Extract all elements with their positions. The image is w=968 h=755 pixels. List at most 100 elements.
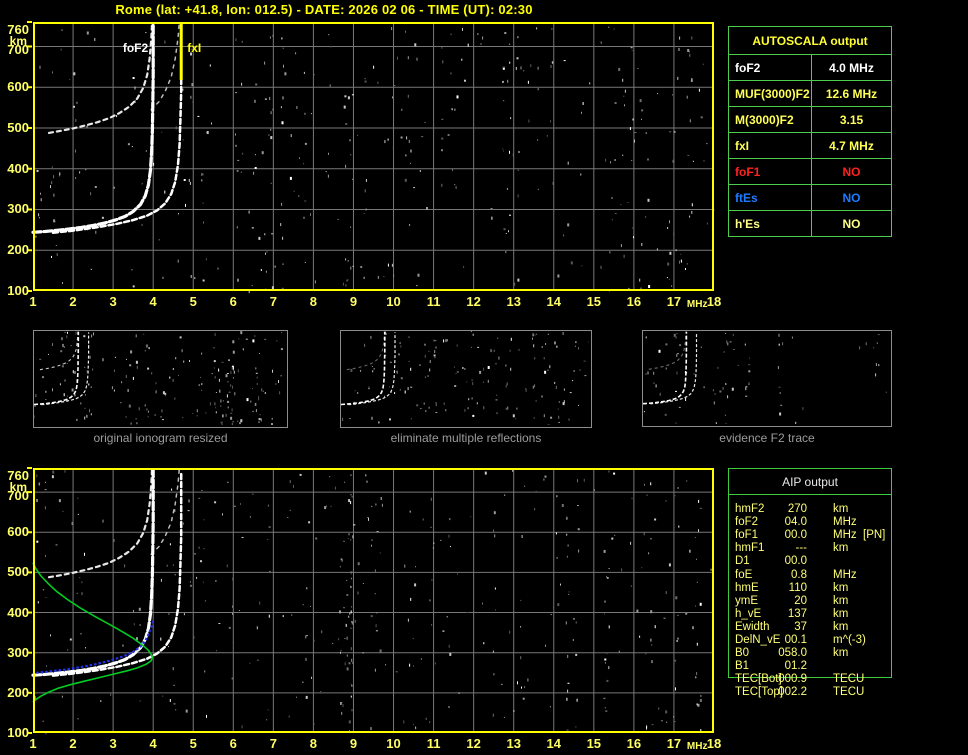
- autoscala-row: h'Es NO: [729, 210, 891, 236]
- autoscala-row-value: 3.15: [839, 112, 864, 127]
- thumbnail-canvas: [642, 331, 887, 425]
- aip-table-title: AIP output: [729, 469, 891, 495]
- thumbnail-canvas: [340, 331, 590, 426]
- x-axis-label: 11: [426, 736, 441, 751]
- thumbnail-caption: evidence F2 trace: [719, 431, 815, 445]
- autoscala-table-title: AUTOSCALA output: [752, 33, 868, 48]
- aip-row-value: 01.2: [784, 660, 807, 673]
- autoscala-row: foF1 NO: [729, 158, 891, 184]
- ionogram-canvas: [27, 467, 714, 735]
- x-axis-label: 6: [229, 736, 237, 751]
- x-axis-label: 1: [29, 294, 37, 309]
- aip-row-label: foF2: [735, 516, 759, 529]
- aip-row: foE 0.8 MHz: [729, 569, 893, 582]
- autoscala-row-value: 4.7 MHz: [829, 138, 874, 153]
- aip-row: Ewidth 37 km: [729, 621, 893, 634]
- aip-row-unit: TECU: [833, 686, 865, 699]
- x-axis-label: 8: [309, 294, 318, 309]
- thumbnail-evidence-f2-trace: [642, 330, 892, 427]
- autoscala-row-value: NO: [842, 164, 861, 179]
- x-axis-label: 16: [626, 294, 642, 309]
- x-axis-label: 13: [506, 294, 521, 309]
- autoscala-row-label: foF2: [729, 55, 812, 80]
- autoscala-row-label: fxI: [729, 133, 812, 158]
- foF2-marker-label: foF2: [123, 41, 149, 55]
- y-axis-label: 300: [7, 644, 29, 660]
- x-axis-label: 13: [506, 736, 521, 751]
- thumbnail-original-ionogram: [33, 330, 288, 428]
- aip-output-table: AIP output hmF2 270 km foF2 04.0 MHz foF1 00.0 M…: [728, 468, 893, 698]
- autoscala-row-label: foF1: [729, 159, 812, 184]
- fxI-marker-label: fxI: [187, 41, 201, 55]
- aip-row-label: hmE: [735, 581, 759, 594]
- aip-row-unit: km: [833, 503, 849, 515]
- autoscala-row-value: 4.0 MHz: [829, 60, 874, 75]
- x-axis-label: 3: [109, 736, 117, 751]
- thumbnail-caption: original ionogram resized: [93, 431, 228, 445]
- x-axis-label: 10: [386, 294, 401, 309]
- y-axis-label: 500: [7, 564, 29, 580]
- aip-row-value: 000.9: [778, 673, 807, 686]
- x-axis-label: 5: [189, 294, 197, 309]
- autoscala-app-window: Rome (lat: +41.8, lon: 012.5) - DATE: 20…: [0, 0, 968, 755]
- x-axis-label: 4: [149, 736, 157, 751]
- x-axis-label: 7: [269, 294, 277, 309]
- y-axis-label: 200: [7, 242, 29, 258]
- x-axis-label: 14: [546, 294, 561, 309]
- y-axis-unit-label: km: [9, 34, 27, 48]
- aip-row-value: 270: [787, 503, 807, 515]
- y-axis-label: 400: [7, 160, 29, 176]
- aip-row: DelN_vE 00.1 m^(-3): [729, 634, 893, 647]
- autoscala-row: M(3000)F2 3.15: [729, 106, 891, 132]
- aip-row: D1 00.0: [729, 555, 893, 568]
- x-axis-unit-label: MHz: [686, 299, 708, 310]
- aip-row: hmE 110 km: [729, 582, 893, 595]
- autoscala-row-label: ftEs: [729, 185, 812, 210]
- aip-row-unit: km: [833, 647, 849, 660]
- y-axis-unit-label: km: [9, 480, 27, 494]
- aip-row: hmF2 270 km: [729, 503, 893, 516]
- x-axis-label: 15: [586, 736, 602, 751]
- aip-row-unit: km: [833, 620, 849, 633]
- aip-row: h_vE 137 km: [729, 608, 893, 621]
- aip-row-value: 00.0: [784, 555, 807, 568]
- aip-row-label: h_vE: [735, 607, 762, 620]
- top-ionogram-plot: foF2 fxI: [27, 21, 715, 294]
- x-axis-unit-label: MHz: [686, 741, 708, 752]
- ionogram-canvas: foF2 fxI: [27, 21, 715, 294]
- x-axis-label: 11: [426, 294, 441, 309]
- x-axis-label: 12: [466, 736, 481, 751]
- autoscala-row: ftEs NO: [729, 184, 891, 210]
- aip-row-value: ---: [795, 542, 808, 555]
- aip-row: foF1 00.0 MHz [PN]: [729, 529, 893, 542]
- aip-row-label: ymE: [735, 594, 758, 607]
- x-axis-label: 10: [386, 736, 401, 751]
- x-axis-label: 5: [189, 736, 197, 751]
- aip-row-value: 110: [788, 581, 807, 594]
- aip-row-unit: km: [833, 607, 849, 620]
- autoscala-row-value: NO: [842, 216, 861, 231]
- aip-row: TEC[Bot] 000.9 TECU: [729, 673, 893, 686]
- autoscala-row-label: MUF(3000)F2: [729, 81, 812, 106]
- x-axis-label: 15: [586, 294, 602, 309]
- autoscala-row-label: M(3000)F2: [729, 107, 812, 132]
- aip-row-value: 20: [794, 594, 807, 607]
- thumbnail-eliminate-reflections: [340, 330, 592, 428]
- aip-row-unit: km: [833, 542, 849, 555]
- y-axis-label: 600: [7, 524, 29, 540]
- aip-row-label: hmF1: [735, 542, 765, 555]
- autoscala-row: MUF(3000)F2 12.6 MHz: [729, 80, 891, 106]
- aip-row: B1 01.2: [729, 660, 893, 673]
- thumbnail-caption: eliminate multiple reflections: [390, 431, 542, 445]
- y-axis-label: 200: [7, 684, 29, 700]
- aip-row-unit: MHz: [833, 516, 857, 529]
- aip-row: B0 058.0 km: [729, 647, 893, 660]
- autoscala-output-table: AUTOSCALA output foF2 4.0 MHz MUF(3000)F2 1…: [728, 26, 892, 237]
- autoscala-row-label: h'Es: [729, 211, 812, 236]
- autoscala-row-value: NO: [842, 190, 861, 205]
- aip-row-value: 137: [787, 607, 807, 620]
- aip-row-value: 04.0: [784, 516, 807, 529]
- x-axis-label: 9: [349, 736, 358, 751]
- x-axis-label: 9: [349, 294, 358, 309]
- aip-row-label: foF1: [735, 529, 759, 542]
